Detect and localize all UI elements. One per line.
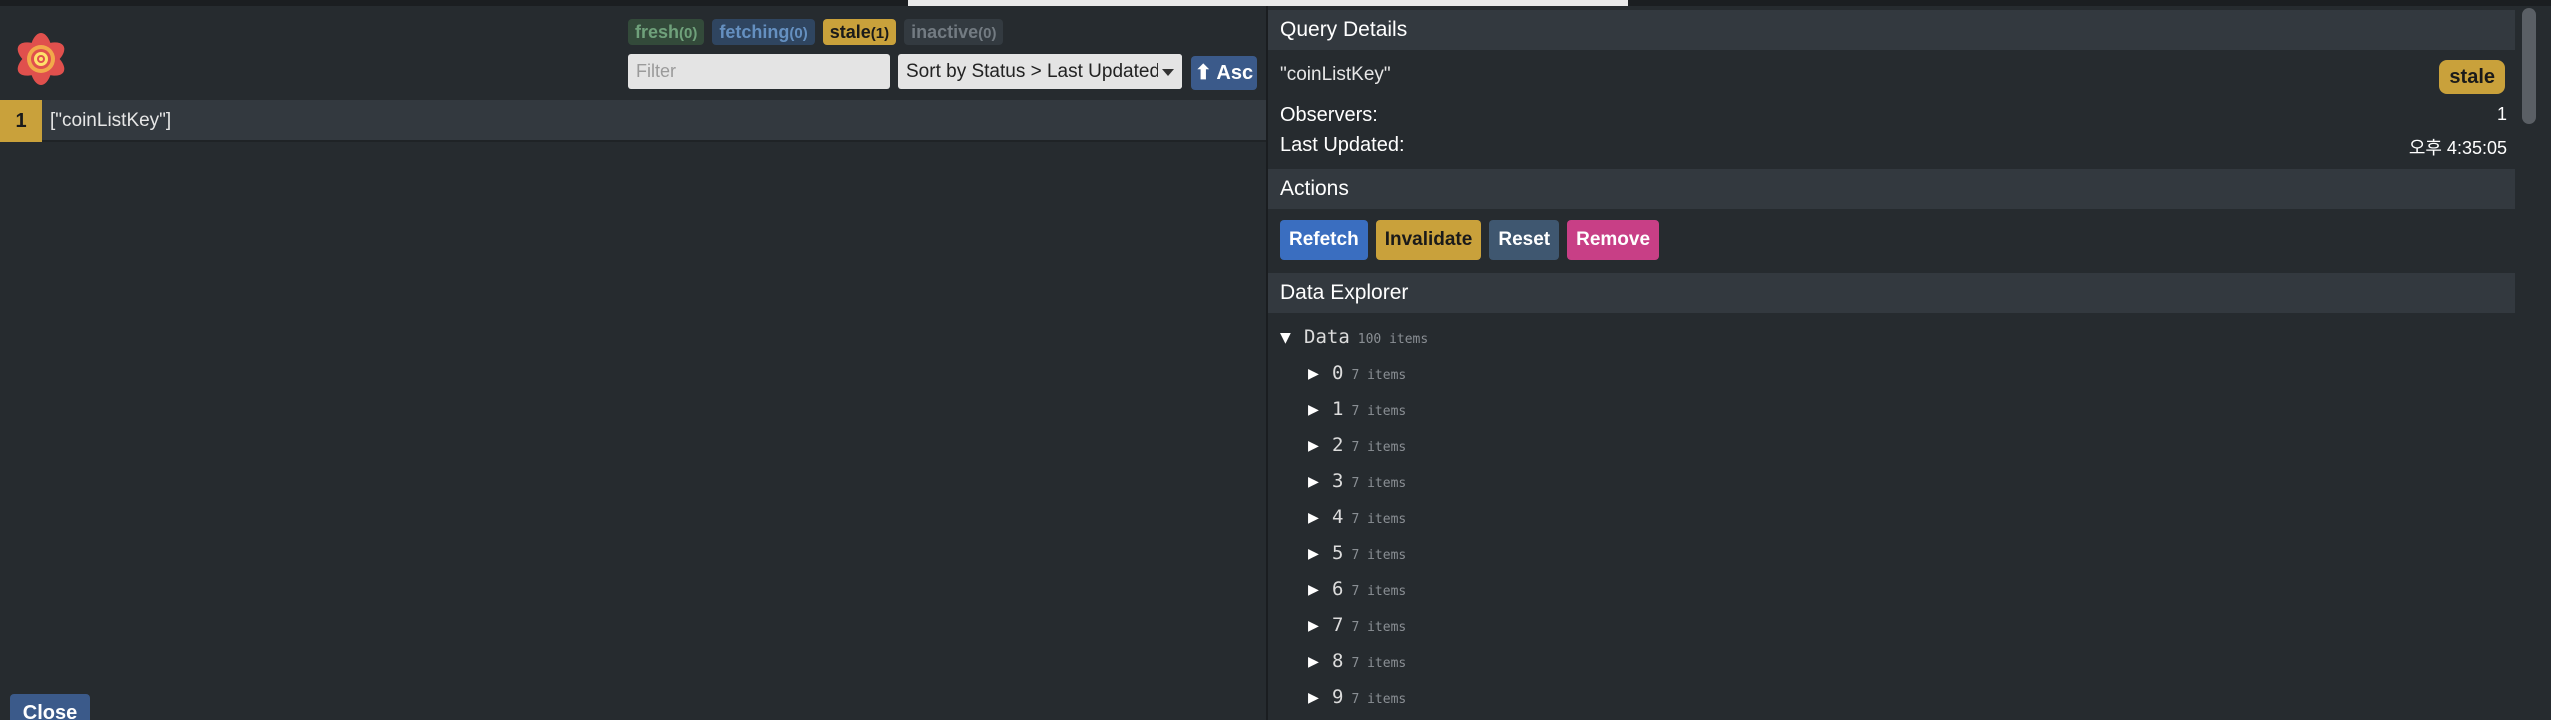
triangle-right-icon[interactable]: ▶	[1308, 435, 1332, 456]
observers-label: Observers:	[1280, 104, 1378, 126]
scrollbar-thumb[interactable]	[2522, 8, 2536, 124]
triangle-right-icon[interactable]: ▶	[1308, 579, 1332, 600]
refetch-button[interactable]: Refetch	[1280, 220, 1368, 260]
tree-row-meta: 7 items	[1351, 584, 1407, 599]
last-updated-value: 오후 4:35:05	[2408, 138, 2507, 158]
tree-row-meta: 7 items	[1351, 368, 1407, 383]
tree-root-row[interactable]: ▼ Data 100 items	[1280, 326, 1428, 356]
query-list-row[interactable]: 1 ["coinListKey"]	[0, 100, 1266, 142]
tree-row-meta: 7 items	[1351, 440, 1407, 455]
triangle-right-icon[interactable]: ▶	[1308, 507, 1332, 528]
tree-row[interactable]: ▶ 8 7 items	[1308, 650, 1406, 680]
count-fetching: fetching(0)	[712, 19, 815, 45]
tree-row-label: 7	[1332, 614, 1344, 636]
triangle-right-icon[interactable]: ▶	[1308, 615, 1332, 636]
tree-root-meta: 100 items	[1357, 332, 1429, 347]
observers-value: 1	[2496, 104, 2507, 124]
count-inactive-num: (0)	[978, 25, 997, 42]
filter-input[interactable]	[628, 54, 890, 89]
tree-row[interactable]: ▶ 1 7 items	[1308, 398, 1406, 428]
detail-query-key: "coinListKey"	[1280, 64, 1391, 85]
tree-row[interactable]: ▶ 2 7 items	[1308, 434, 1406, 464]
query-status-counts: fresh(0) fetching(0) stale(1) inactive(0…	[628, 19, 1004, 45]
query-list-header: fresh(0) fetching(0) stale(1) inactive(0…	[0, 6, 1266, 100]
last-updated-label: Last Updated:	[1280, 134, 1405, 156]
count-stale-label: stale	[829, 22, 871, 42]
actions-row: Refetch Invalidate Reset Remove	[1280, 220, 1660, 260]
triangle-down-icon[interactable]: ▼	[1280, 327, 1304, 348]
tree-row-label: 5	[1332, 542, 1344, 564]
count-stale: stale(1)	[822, 19, 897, 45]
triangle-right-icon[interactable]: ▶	[1308, 687, 1332, 708]
count-inactive-label: inactive	[911, 22, 979, 42]
count-fresh: fresh(0)	[628, 19, 705, 45]
tree-row-meta: 7 items	[1351, 548, 1407, 563]
chevron-down-icon	[1162, 69, 1174, 76]
count-fresh-label: fresh	[635, 22, 680, 42]
tree-row-label: 9	[1332, 686, 1344, 708]
sort-select[interactable]: Sort by Status > Last Updated	[898, 54, 1182, 89]
remove-button[interactable]: Remove	[1567, 220, 1660, 260]
count-fresh-num: (0)	[679, 25, 698, 42]
tree-row[interactable]: ▶ 9 7 items	[1308, 686, 1406, 716]
react-query-logo-icon[interactable]	[8, 26, 74, 92]
last-updated-row: Last Updated: 오후 4:35:05	[1280, 134, 2507, 158]
triangle-right-icon[interactable]: ▶	[1308, 651, 1332, 672]
tree-row[interactable]: ▶ 4 7 items	[1308, 506, 1406, 536]
triangle-right-icon[interactable]: ▶	[1308, 543, 1332, 564]
tree-row-label: 3	[1332, 470, 1344, 492]
count-fetching-num: (0)	[789, 25, 808, 42]
query-details-panel: Query Details "coinListKey" stale Observ…	[1266, 6, 2517, 720]
triangle-right-icon[interactable]: ▶	[1308, 471, 1332, 492]
tree-row-meta: 7 items	[1351, 404, 1407, 419]
sort-caret-area	[1158, 54, 1182, 89]
tree-row[interactable]: ▶ 6 7 items	[1308, 578, 1406, 608]
sort-select-value: Sort by Status > Last Updated	[906, 61, 1161, 82]
triangle-right-icon[interactable]: ▶	[1308, 399, 1332, 420]
triangle-right-icon[interactable]: ▶	[1308, 363, 1332, 384]
sort-direction-button[interactable]: ⬆ Asc	[1191, 56, 1257, 90]
tree-row[interactable]: ▶ 0 7 items	[1308, 362, 1406, 392]
query-details-header: Query Details	[1268, 10, 2517, 50]
tree-row-meta: 7 items	[1351, 656, 1407, 671]
reset-button[interactable]: Reset	[1489, 220, 1560, 260]
tree-row-meta: 7 items	[1351, 512, 1407, 527]
query-observer-count: 1	[0, 100, 42, 142]
tree-row[interactable]: ▶ 5 7 items	[1308, 542, 1406, 572]
invalidate-button[interactable]: Invalidate	[1375, 220, 1482, 260]
tree-row-meta: 7 items	[1351, 692, 1407, 707]
count-inactive: inactive(0)	[904, 19, 1004, 45]
actions-header: Actions	[1268, 169, 2517, 209]
tree-row-label: 0	[1332, 362, 1344, 384]
query-list-panel: fresh(0) fetching(0) stale(1) inactive(0…	[0, 6, 1266, 720]
data-explorer-header: Data Explorer	[1268, 273, 2517, 313]
tree-root-label: Data	[1304, 326, 1350, 348]
tree-row-label: 6	[1332, 578, 1344, 600]
tree-row-label: 1	[1332, 398, 1344, 420]
tree-row-label: 8	[1332, 650, 1344, 672]
tree-row-meta: 7 items	[1351, 476, 1407, 491]
tree-row-meta: 7 items	[1351, 620, 1407, 635]
query-key: ["coinListKey"]	[50, 110, 172, 131]
count-stale-num: (1)	[870, 25, 890, 42]
tree-row-label: 2	[1332, 434, 1344, 456]
count-fetching-label: fetching	[719, 22, 790, 42]
observers-row: Observers: 1	[1280, 104, 2507, 127]
status-badge: stale	[2439, 60, 2505, 94]
tree-row[interactable]: ▶ 3 7 items	[1308, 470, 1406, 500]
close-button[interactable]: Close	[10, 694, 90, 720]
tree-row[interactable]: ▶ 7 7 items	[1308, 614, 1406, 644]
tree-row-label: 4	[1332, 506, 1344, 528]
